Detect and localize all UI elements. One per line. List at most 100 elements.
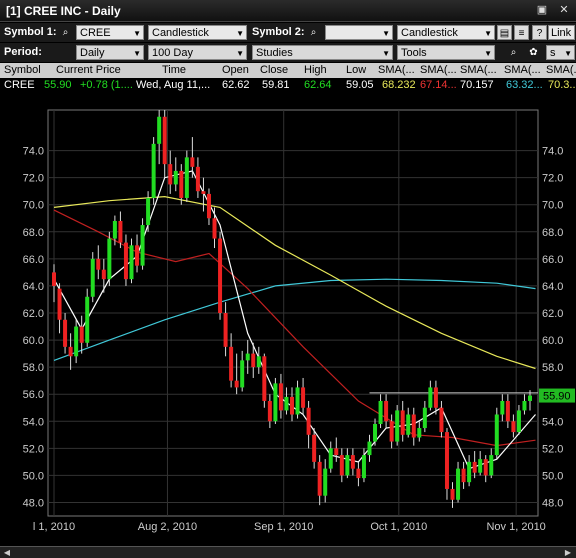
candle-body [107, 238, 112, 280]
candle-body [256, 356, 261, 368]
quote-header-cell[interactable]: Symbol [4, 64, 41, 76]
settings-icon[interactable]: ✿ [526, 45, 541, 60]
candle-body [312, 434, 317, 462]
zoom-icon[interactable]: ⌕ [506, 45, 521, 60]
quote-cell: 62.64 [304, 79, 332, 91]
quote-header-cell[interactable]: High [304, 64, 327, 76]
candle-body [195, 166, 200, 192]
candle-body [306, 407, 311, 435]
quote-header-cell[interactable]: Close [260, 64, 288, 76]
close-icon[interactable]: ✕ [558, 4, 570, 16]
candle-body [400, 410, 405, 435]
link-button[interactable]: Link [548, 25, 575, 40]
candle-body [140, 225, 145, 266]
candle-body [439, 407, 444, 433]
chart-window: [1] CREE INC - Daily ▣ ✕ Symbol 1: ⌕ CRE… [0, 0, 576, 558]
y-tick-label-left: 60.0 [23, 335, 44, 347]
x-tick-label: Aug 2, 2010 [138, 521, 197, 533]
candle-body [494, 414, 499, 456]
symbol1-input[interactable]: CREE ▼ [76, 25, 144, 40]
candle-body [356, 468, 361, 479]
quote-header-cell[interactable]: SMA(... [504, 64, 541, 76]
tools-select[interactable]: Tools ▼ [397, 45, 495, 60]
quote-row[interactable]: CREE 55.90 +0.78 (1.... Wed, Aug 11,... 62.6… [0, 78, 576, 94]
chart-type1-value: Candlestick [152, 27, 209, 39]
lock-icon[interactable]: ▣ [536, 4, 548, 16]
candle-body [273, 383, 278, 422]
candle-body [444, 432, 449, 489]
quote-header-cell[interactable]: Low [346, 64, 366, 76]
candle-body [483, 459, 488, 476]
candle-body [406, 414, 411, 435]
title-bar[interactable]: [1] CREE INC - Daily ▣ ✕ [0, 0, 576, 22]
candle-body [234, 380, 239, 388]
candle-body [146, 197, 151, 226]
candle-body [350, 455, 355, 469]
chart-svg[interactable]: 48.048.050.050.052.052.054.054.056.056.0… [0, 96, 576, 546]
keyboard-icon[interactable]: ▤ [497, 25, 512, 40]
quote-header-cell[interactable]: Time [162, 64, 186, 76]
quote-cell: CREE [4, 79, 35, 91]
candle-body [511, 421, 516, 433]
candle-body [317, 461, 322, 496]
s-select[interactable]: s ▼ [546, 45, 575, 60]
symbol-toolbar: Symbol 1: ⌕ CREE ▼ Candlestick ▼ Symbol … [0, 23, 576, 42]
y-tick-label-right: 58.0 [542, 362, 563, 374]
search-icon[interactable]: ⌕ [58, 25, 73, 40]
studies-select[interactable]: Studies ▼ [252, 45, 393, 60]
candle-body [384, 400, 389, 422]
window-title: [1] CREE INC - Daily [6, 4, 121, 18]
candle-body [229, 346, 234, 381]
candle-body [489, 455, 494, 476]
chart-type2-select[interactable]: Candlestick ▼ [397, 25, 495, 40]
candle-body [240, 360, 245, 388]
period-select[interactable]: Daily ▼ [76, 45, 144, 60]
candle-body [456, 468, 461, 500]
y-tick-label-left: 62.0 [23, 308, 44, 320]
price-chart[interactable]: 48.048.050.050.052.052.054.054.056.056.0… [0, 96, 576, 546]
candle-body [63, 319, 68, 347]
quote-header-cell[interactable]: SMA(... [460, 64, 497, 76]
sma-cyan-line [53, 278, 536, 361]
y-tick-label-left: 48.0 [23, 497, 44, 509]
range-select[interactable]: 100 Day ▼ [148, 45, 247, 60]
help-button[interactable]: ? [532, 25, 547, 40]
symbol1-label: Symbol 1: [4, 26, 57, 38]
candle-body [417, 428, 422, 438]
horizontal-scrollbar[interactable]: ◀ ▶ [0, 546, 576, 558]
y-tick-label-right: 68.0 [542, 227, 563, 239]
candle-body [251, 353, 256, 368]
search-icon[interactable]: ⌕ [306, 25, 321, 40]
chevron-down-icon: ▼ [133, 49, 141, 58]
candle-body [74, 326, 79, 357]
menu-icon[interactable]: ≡ [514, 25, 529, 40]
candle-body [433, 387, 438, 408]
candle-body [467, 461, 472, 483]
quote-cell: 68.232 [382, 79, 416, 91]
chart-type1-select[interactable]: Candlestick ▼ [148, 25, 247, 40]
candle-body [206, 193, 211, 219]
candle-body [461, 468, 466, 483]
candle-body [129, 245, 134, 280]
symbol2-input[interactable]: ▼ [325, 25, 393, 40]
chevron-down-icon: ▼ [484, 29, 492, 38]
period-label: Period: [4, 46, 42, 58]
s-value: s [550, 47, 556, 59]
quote-header-cell[interactable]: Open [222, 64, 249, 76]
quote-header-cell[interactable]: SMA(... [546, 64, 576, 76]
quote-header-cell[interactable]: SMA(... [420, 64, 457, 76]
candle-body [472, 461, 477, 473]
y-tick-label-left: 64.0 [23, 281, 44, 293]
candle-body [516, 410, 521, 433]
chevron-down-icon: ▼ [382, 29, 390, 38]
quote-header-cell[interactable]: Current Price [56, 64, 121, 76]
quote-header-cell[interactable]: SMA(... [378, 64, 415, 76]
studies-label: Studies [256, 47, 293, 59]
candle-body [395, 410, 400, 442]
y-tick-label-left: 70.0 [23, 200, 44, 212]
y-tick-label-left: 66.0 [23, 254, 44, 266]
scroll-left-icon[interactable]: ◀ [2, 547, 12, 558]
scroll-right-icon[interactable]: ▶ [563, 547, 573, 558]
candle-body [201, 191, 206, 194]
y-tick-label-left: 54.0 [23, 416, 44, 428]
